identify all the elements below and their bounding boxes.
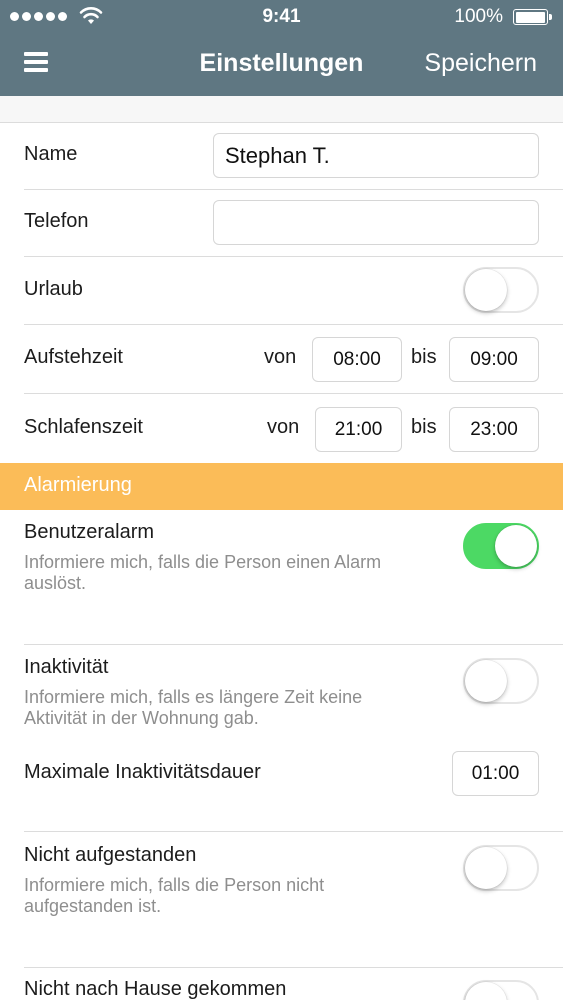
user-alarm-description: Informiere mich, falls die Person einen …: [24, 552, 382, 593]
inactivity-label: Inaktivität: [24, 656, 109, 678]
not-up-label: Nicht aufgestanden: [24, 844, 197, 866]
name-input[interactable]: [213, 133, 539, 178]
not-home-row: Nicht nach Hause gekommen: [0, 968, 563, 1000]
not-up-row: Nicht aufgestanden Informiere mich, fall…: [0, 832, 563, 967]
battery-icon: [513, 9, 552, 25]
wakeup-time-label: Aufstehzeit: [24, 346, 123, 368]
from-label: von: [267, 416, 300, 438]
status-bar: 9:41 100%: [0, 0, 563, 34]
save-button[interactable]: Speichern: [424, 49, 537, 78]
not-home-label: Nicht nach Hause gekommen: [24, 978, 287, 1000]
alarm-section-header: Alarmierung: [0, 463, 563, 510]
inactivity-toggle[interactable]: [463, 658, 539, 704]
sleep-time-row: Schlafenszeit von 21:00 bis 23:00: [0, 394, 563, 463]
phone-input[interactable]: [213, 200, 539, 245]
user-alarm-label: Benutzeralarm: [24, 521, 155, 543]
not-up-description: Informiere mich, falls die Person nicht …: [24, 875, 325, 916]
phone-row: Telefon: [0, 190, 563, 257]
phone-label: Telefon: [24, 210, 89, 232]
name-label: Name: [24, 143, 78, 165]
vacation-label: Urlaub: [24, 278, 83, 300]
sleep-to-field[interactable]: 23:00: [449, 407, 539, 452]
from-label: von: [264, 346, 297, 368]
battery-percentage: 100%: [454, 6, 503, 27]
wakeup-time-row: Aufstehzeit von 08:00 bis 09:00: [0, 325, 563, 394]
navigation-bar: Einstellungen Speichern: [0, 34, 563, 96]
to-label: bis: [411, 346, 437, 368]
top-spacer: [0, 96, 563, 123]
not-home-toggle[interactable]: [463, 980, 539, 1000]
not-up-toggle[interactable]: [463, 845, 539, 891]
wakeup-from-field[interactable]: 08:00: [312, 337, 402, 382]
user-alarm-toggle[interactable]: [463, 523, 539, 569]
to-label: bis: [411, 416, 437, 438]
header-bar: 9:41 100% Einstellungen Speichern: [0, 0, 563, 96]
inactivity-row: Inaktivität Informiere mich, falls es lä…: [0, 645, 563, 831]
max-inactivity-label: Maximale Inaktivitätsdauer: [24, 761, 261, 783]
sleep-time-label: Schlafenszeit: [24, 416, 143, 438]
name-row: Name: [0, 123, 563, 190]
alarm-section-title: Alarmierung: [24, 474, 132, 496]
inactivity-description: Informiere mich, falls es längere Zeit k…: [24, 687, 363, 728]
vacation-toggle[interactable]: [463, 267, 539, 313]
vacation-row: Urlaub: [0, 257, 563, 325]
sleep-from-field[interactable]: 21:00: [315, 407, 402, 452]
user-alarm-row: Benutzeralarm Informiere mich, falls die…: [0, 510, 563, 644]
max-inactivity-field[interactable]: 01:00: [452, 751, 539, 796]
wakeup-to-field[interactable]: 09:00: [449, 337, 539, 382]
